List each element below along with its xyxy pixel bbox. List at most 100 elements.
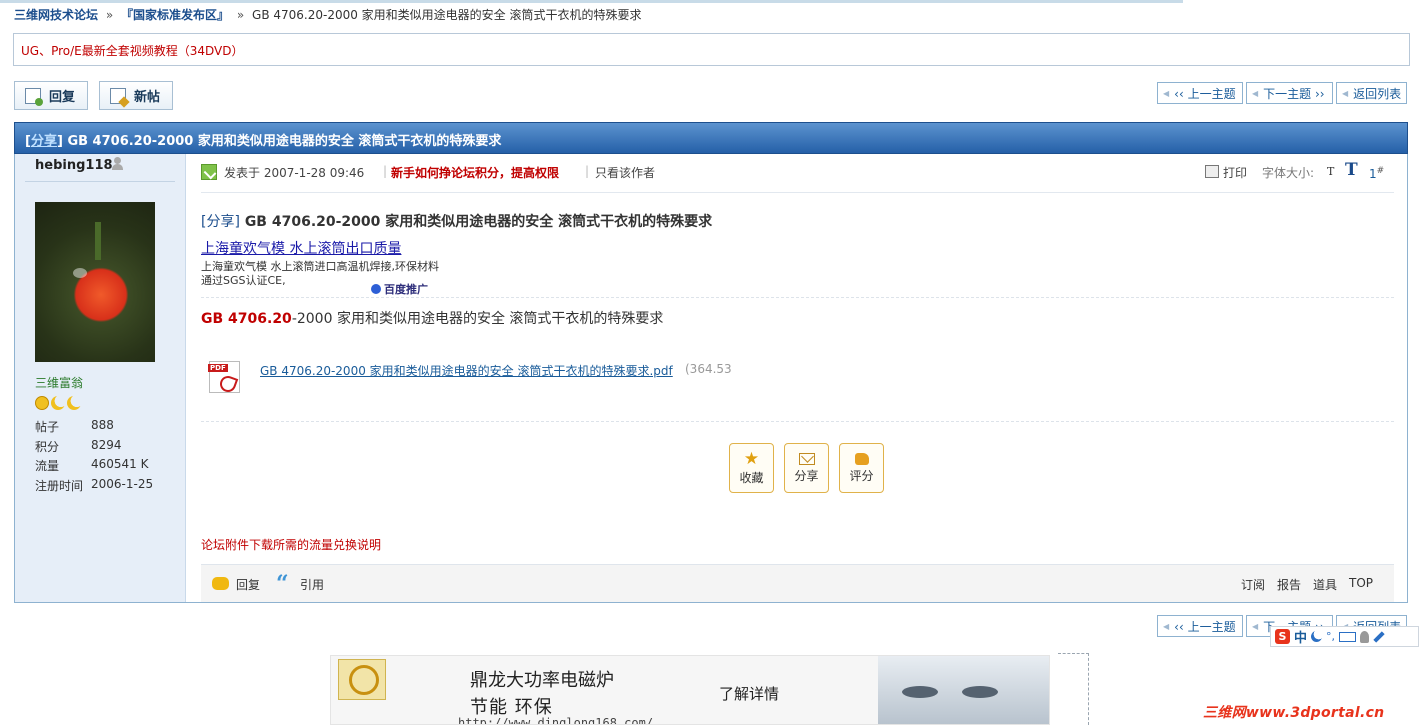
stat-row: 流量 460541 K (35, 457, 153, 477)
top-border-line (0, 0, 1183, 3)
brand-logo-icon (338, 659, 386, 700)
floor-number-link[interactable]: 1# (1369, 166, 1384, 181)
stat-value: 888 (91, 418, 114, 432)
back-to-list-button[interactable]: ◀ 返回列表 (1336, 82, 1407, 104)
traffic-exchange-info-link[interactable]: 论坛附件下载所需的流量兑换说明 (201, 536, 381, 553)
quote-icon[interactable]: “ (276, 571, 289, 597)
banner-learn-more[interactable]: 了解详情 (719, 683, 779, 704)
prev-topic-button-bottom[interactable]: ◀ ‹‹ 上一主题 (1157, 615, 1243, 637)
post-title: [分享] GB 4706.20-2000 家用和类似用途电器的安全 滚筒式干衣机… (201, 211, 712, 231)
next-topic-label: 下一主题 ›› (1263, 86, 1325, 101)
stat-label: 流量 (35, 459, 60, 473)
attachment-link[interactable]: GB 4706.20-2000 家用和类似用途电器的安全 滚筒式干衣机的特殊要求… (260, 362, 673, 379)
stat-label: 帖子 (35, 420, 60, 434)
pdf-file-icon (208, 361, 240, 393)
post-title-text: GB 4706.20-2000 家用和类似用途电器的安全 滚筒式干衣机的特殊要求 (244, 214, 713, 230)
author-rank: 三维富翁 (35, 376, 84, 390)
reply-button[interactable]: 回复 (14, 81, 88, 110)
wrench-icon[interactable] (1373, 630, 1385, 643)
ime-punctuation[interactable]: °, (1326, 630, 1335, 643)
breadcrumb-site-link[interactable]: 三维网技术论坛 (14, 8, 98, 22)
floor-mark: # (1376, 166, 1385, 176)
post-action-bar: 回复 “ 引用 订阅 报告 道具 TOP (201, 564, 1394, 602)
avatar[interactable] (35, 202, 155, 362)
triangle-icon: ◀ (1342, 88, 1349, 98)
thumbs-up-icon (854, 453, 869, 465)
tools-link[interactable]: 道具 (1313, 576, 1337, 593)
post-reply-link[interactable]: 回复 (236, 576, 260, 593)
prev-topic-label: ‹‹ 上一主题 (1174, 619, 1236, 634)
post-meta-bar: 发表于 2007-1-28 09:46 | 新手如何挣论坛积分，提高权限 | 只… (201, 160, 1394, 193)
divider (201, 421, 1394, 422)
rate-label: 评分 (849, 469, 874, 483)
divider (201, 297, 1394, 298)
view-author-only-link[interactable]: 只看该作者 (595, 164, 655, 181)
moon-icon (51, 396, 65, 410)
font-small-button[interactable]: T (1327, 165, 1334, 178)
ad-banner[interactable]: 鼎龙大功率电磁炉 节能 环保 http://www.dinglong168.co… (330, 655, 1050, 725)
divider (25, 181, 175, 182)
prev-topic-button[interactable]: ◀ ‹‹ 上一主题 (1157, 82, 1243, 104)
meta-separator: | (585, 164, 590, 178)
banner-url: http://www.dinglong168.com/ (458, 716, 654, 725)
breadcrumb-section-link[interactable]: 『国家标准发布区』 (121, 8, 229, 22)
breadcrumb-separator: » (105, 8, 114, 22)
offline-status-icon (111, 157, 123, 171)
post-title-tag: [分享] (201, 214, 240, 230)
announcement-link[interactable]: UG、Pro/E最新全套视频教程（34DVD） (21, 44, 244, 58)
breadcrumb-separator: » (236, 8, 245, 22)
stat-value: 460541 K (91, 457, 149, 471)
share-button[interactable]: 分享 (784, 443, 829, 493)
reply-bubble-icon[interactable] (212, 577, 229, 590)
author-stats: 帖子 888 积分 8294 流量 460541 K 注册时间 2006-1-2… (35, 418, 153, 496)
rank-stars-icon (35, 396, 81, 410)
attachment-size: (364.53 (685, 362, 732, 376)
stat-row: 积分 8294 (35, 438, 153, 458)
ad-provider: 百度推广 (371, 281, 428, 297)
quote-link[interactable]: 引用 (300, 576, 324, 593)
thread-tag-link[interactable]: 分享 (31, 134, 57, 149)
breadcrumb: 三维网技术论坛 » 『国家标准发布区』 » GB 4706.20-2000 家用… (14, 6, 642, 23)
font-large-button[interactable]: T (1345, 160, 1358, 180)
half-width-moon-icon[interactable] (1311, 631, 1323, 642)
favorite-button[interactable]: ★ 收藏 (729, 443, 774, 493)
post-main: 发表于 2007-1-28 09:46 | 新手如何挣论坛积分，提高权限 | 只… (201, 154, 1394, 602)
post-container: hebing118 三维富翁 帖子 888 积分 8294 流量 460541 … (14, 154, 1408, 603)
post-timestamp: 发表于 2007-1-28 09:46 (224, 166, 365, 180)
font-size-label: 字体大小: (1262, 166, 1315, 180)
stat-label: 积分 (35, 439, 60, 454)
ime-toolbar[interactable]: S 中 °, (1270, 626, 1419, 647)
prev-topic-label: ‹‹ 上一主题 (1174, 86, 1236, 101)
baidu-paw-icon (371, 284, 381, 294)
dashed-frame (1058, 653, 1089, 725)
sponsored-ad: 上海童欢气模 水上滚筒出口质量 上海童欢气模 水上滚筒进口高温机焊接,环保材料通… (201, 238, 441, 296)
post-body-code: GB 4706.20 (201, 311, 292, 327)
star-icon: ★ (743, 449, 760, 469)
stat-value: 2006-1-25 (91, 476, 154, 491)
moon-icon (67, 396, 81, 410)
earn-points-link[interactable]: 新手如何挣论坛积分，提高权限 (391, 164, 559, 181)
triangle-icon: ◀ (1252, 88, 1259, 98)
print-link[interactable]: 打印 (1223, 164, 1247, 181)
site-watermark: 三维网www.3dportal.cn (1203, 705, 1385, 721)
printer-icon[interactable] (1205, 165, 1219, 178)
favorite-label: 收藏 (739, 471, 764, 485)
user-icon[interactable] (1360, 630, 1370, 643)
sogou-logo-icon[interactable]: S (1275, 629, 1290, 644)
ad-title-link[interactable]: 上海童欢气模 水上滚筒出口质量 (201, 238, 441, 258)
rate-button[interactable]: 评分 (839, 443, 884, 493)
back-to-list-label: 返回列表 (1353, 86, 1402, 101)
back-to-top-link[interactable]: TOP (1349, 576, 1373, 590)
sun-icon (35, 396, 49, 410)
post-body-text: -2000 家用和类似用途电器的安全 滚筒式干衣机的特殊要求 (291, 311, 664, 327)
next-topic-button[interactable]: ◀ 下一主题 ›› (1246, 82, 1333, 104)
subscribe-link[interactable]: 订阅 (1241, 576, 1265, 593)
ime-chinese-mode[interactable]: 中 (1294, 627, 1307, 646)
keyboard-icon[interactable] (1339, 631, 1357, 642)
author-name-link[interactable]: hebing118 (35, 158, 113, 173)
stat-row: 注册时间 2006-1-25 (35, 477, 153, 497)
new-post-button[interactable]: 新帖 (99, 81, 173, 110)
report-link[interactable]: 报告 (1277, 576, 1301, 593)
share-label: 分享 (794, 469, 819, 483)
stat-row: 帖子 888 (35, 418, 153, 438)
